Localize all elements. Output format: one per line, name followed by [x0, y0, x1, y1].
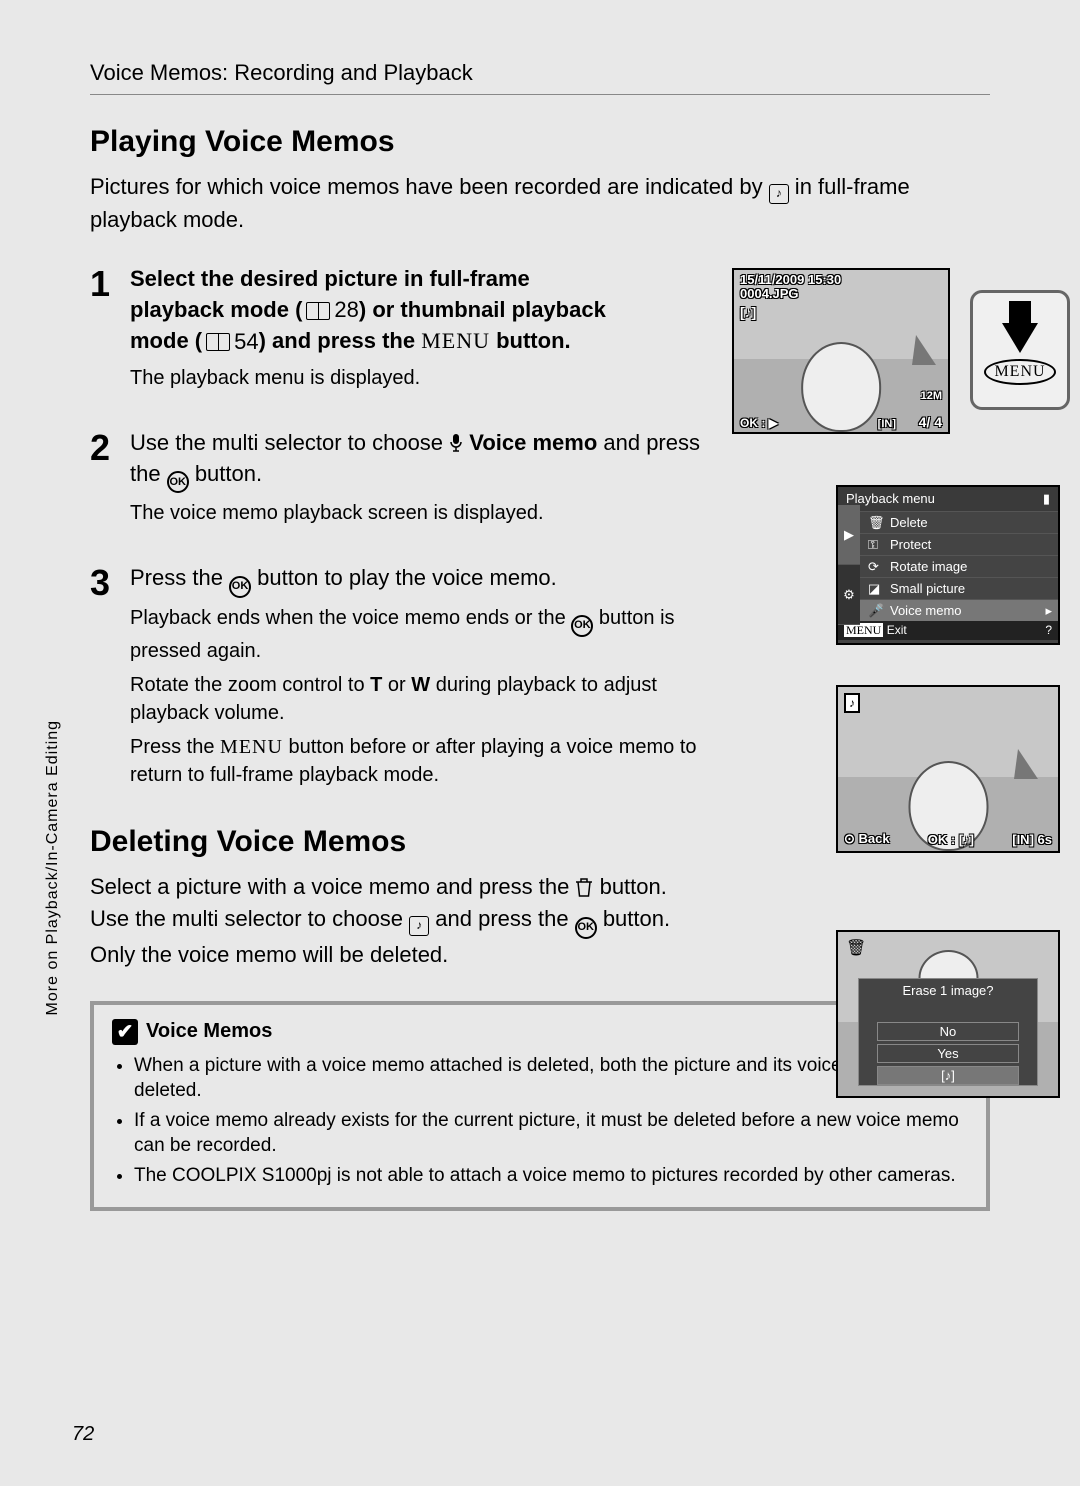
- page-header: Voice Memos: Recording and Playback: [90, 60, 990, 95]
- note-item: The COOLPIX S1000pj is not able to attac…: [134, 1163, 968, 1189]
- voice-memo-indicator-icon: [♪]: [740, 304, 756, 320]
- step-3-number: 3: [90, 563, 130, 794]
- step-2-sub: The voice memo playback screen is displa…: [130, 499, 710, 527]
- person-illustration: [782, 342, 900, 432]
- erase-option-no: No: [877, 1022, 1019, 1041]
- voice-memo-icon: ♪: [769, 184, 789, 204]
- menu-button-label: MENU: [984, 359, 1055, 385]
- ok-icon: OK: [167, 471, 189, 493]
- menu-button-illustration: MENU: [970, 290, 1070, 410]
- menu-label: MENU: [421, 328, 490, 353]
- ok-icon: OK: [575, 917, 597, 939]
- erase-option-yes: Yes: [877, 1044, 1019, 1063]
- lcd-filename: 0004.JPG: [740, 286, 799, 301]
- trash-icon: [575, 874, 593, 894]
- step-2-number: 2: [90, 428, 130, 534]
- lcd-screen-erase-dialog: 🗑 Erase 1 image? No Yes [♪]: [836, 930, 1060, 1098]
- erase-prompt: Erase 1 image?: [902, 983, 993, 998]
- lcd-mode: 12M: [921, 390, 942, 402]
- battery-icon: ▮: [1043, 491, 1050, 507]
- note-item: If a voice memo already exists for the c…: [134, 1108, 968, 1159]
- boat-illustration: [912, 335, 936, 365]
- erase-option-voice-memo: [♪]: [877, 1066, 1019, 1085]
- check-badge-icon: ✔: [112, 1019, 138, 1045]
- mic-icon: [449, 430, 463, 448]
- book-icon: [206, 333, 230, 351]
- step-3-p3: Press the MENU button before or after pl…: [130, 733, 710, 789]
- voice-memo-indicator-icon: ♪: [844, 693, 860, 713]
- step-3-p1: Playback ends when the voice memo ends o…: [130, 604, 710, 665]
- help-icon: ?: [1045, 623, 1052, 638]
- boat-illustration: [1014, 749, 1038, 779]
- lcd-screen-playback: 15/11/2009 15:30 0004.JPG [♪] 12M 4/ 4 […: [732, 268, 950, 434]
- voice-memo-file-icon: ♪: [409, 916, 429, 936]
- trash-icon: 🗑: [868, 515, 884, 531]
- section-playing-title: Playing Voice Memos: [90, 125, 990, 159]
- ok-icon: OK: [571, 615, 593, 637]
- book-icon: [306, 302, 330, 320]
- intro-paragraph: Pictures for which voice memos have been…: [90, 171, 990, 236]
- lcd-timestamp: 15/11/2009 15:30: [740, 272, 841, 287]
- step-1-number: 1: [90, 264, 130, 398]
- in-time: [IN] 6s: [1012, 832, 1052, 847]
- trash-icon: 🗑: [846, 938, 866, 958]
- menu-item-protect: ⚿Protect: [838, 533, 1058, 555]
- menu-item-delete: 🗑Delete: [838, 511, 1058, 533]
- step-3-title: Press the OK button to play the voice me…: [130, 563, 710, 598]
- tab-playback-icon: ▶: [838, 505, 860, 565]
- page-number: 72: [72, 1423, 94, 1446]
- arrow-down-icon: [1002, 323, 1038, 353]
- step-1-title: Select the desired picture in full-frame…: [130, 264, 630, 358]
- notes-title: Voice Memos: [146, 1020, 272, 1043]
- ok-icon: OK: [229, 576, 251, 598]
- back-label: ⊙ Back: [844, 831, 890, 847]
- lcd-screen-voice-memo: ♪ ⊙ Back OK : [♪] [IN] 6s: [836, 685, 1060, 853]
- step-2-title: Use the multi selector to choose Voice m…: [130, 428, 710, 494]
- ok-play-hint: OK : [♪]: [928, 832, 974, 847]
- step-1-sub: The playback menu is displayed.: [130, 364, 630, 392]
- step-3-p2: Rotate the zoom control to T or W during…: [130, 671, 710, 727]
- key-icon: ⚿: [868, 537, 884, 553]
- side-tab-label: More on Playback/In-Camera Editing: [44, 720, 62, 1015]
